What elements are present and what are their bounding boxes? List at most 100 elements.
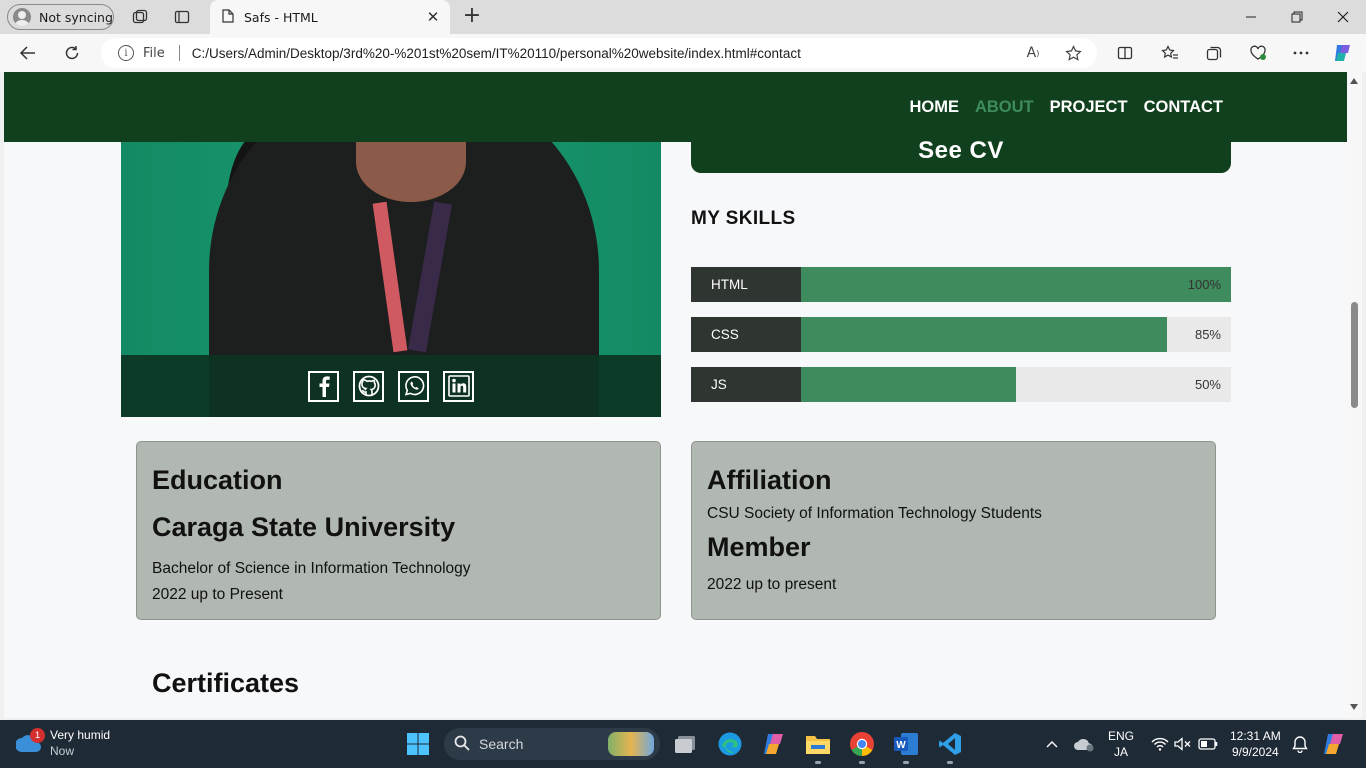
degree-text: Bachelor of Science in Information Techn…	[152, 560, 471, 577]
back-icon[interactable]	[15, 41, 41, 65]
profile-button[interactable]: Not syncing	[7, 4, 114, 30]
weather-widget[interactable]: 1 Very humid Now	[15, 727, 111, 759]
language-primary: ENG	[1108, 729, 1135, 743]
scroll-up-icon[interactable]	[1350, 78, 1358, 84]
favorite-star-icon[interactable]	[1064, 44, 1082, 62]
affiliation-card: Affiliation CSU Society of Information T…	[691, 441, 1216, 620]
weather-icon: 1	[15, 728, 45, 756]
collections-icon[interactable]	[1201, 41, 1227, 65]
affiliation-role: Member	[707, 532, 811, 562]
copilot-preview-icon[interactable]	[1317, 727, 1351, 761]
read-aloud-icon[interactable]: A)	[1024, 44, 1042, 62]
task-view-icon[interactable]	[669, 727, 703, 761]
skill-fill	[801, 367, 1016, 402]
whatsapp-icon[interactable]	[398, 370, 429, 402]
education-card: Education Caraga State University Bachel…	[136, 441, 661, 620]
skill-fill	[801, 317, 1167, 352]
edge-taskbar-icon[interactable]	[713, 727, 747, 761]
see-cv-button[interactable]: See CV	[691, 132, 1231, 173]
battery-icon[interactable]	[1191, 727, 1225, 761]
scroll-down-icon[interactable]	[1350, 704, 1358, 710]
svg-text:W: W	[896, 740, 906, 751]
affiliation-heading: Affiliation	[707, 465, 832, 495]
linkedin-icon[interactable]	[443, 370, 474, 402]
nav-home-link[interactable]: HOME	[909, 98, 959, 117]
search-highlight-icon	[608, 732, 654, 756]
new-tab-icon[interactable]: +	[460, 5, 484, 29]
copilot-icon[interactable]	[1330, 41, 1356, 65]
address-separator	[178, 45, 180, 61]
profile-avatar-icon	[13, 8, 31, 26]
windows-taskbar: 1 Very humid Now Search W ENG JA 12:31 A…	[0, 720, 1366, 768]
education-heading: Education	[152, 465, 283, 495]
minimize-icon[interactable]	[1228, 0, 1274, 34]
skill-percent: 85%	[1194, 327, 1221, 342]
split-screen-icon[interactable]	[1112, 41, 1138, 65]
nav-project-link[interactable]: PROJECT	[1050, 98, 1128, 117]
page-scrollbar[interactable]	[1347, 72, 1362, 718]
weather-subtitle: Now	[50, 744, 75, 758]
skill-bar-css: CSS 85%	[691, 317, 1231, 352]
school-name: Caraga State University	[152, 512, 456, 542]
certificates-heading: Certificates	[152, 668, 300, 698]
scrollbar-thumb[interactable]	[1351, 302, 1358, 408]
file-explorer-icon[interactable]	[801, 727, 835, 764]
word-icon[interactable]: W	[889, 727, 923, 764]
profile-label: Not syncing	[39, 9, 113, 25]
workspaces-icon[interactable]	[130, 7, 150, 27]
search-placeholder: Search	[479, 736, 524, 752]
notification-badge: 1	[30, 728, 45, 743]
start-icon[interactable]	[401, 727, 435, 761]
close-window-icon[interactable]	[1320, 0, 1366, 34]
github-icon[interactable]	[353, 370, 384, 402]
skill-label: JS	[691, 367, 801, 402]
onedrive-icon[interactable]	[1067, 727, 1101, 761]
clock-time: 12:31 AM	[1230, 729, 1281, 743]
restore-icon[interactable]	[1274, 0, 1320, 34]
facebook-icon[interactable]	[308, 370, 339, 402]
profile-photo	[121, 142, 661, 417]
skill-fill	[801, 267, 1231, 302]
active-tab[interactable]: Safs - HTML ✕	[210, 0, 450, 34]
social-links-bar	[121, 355, 661, 417]
copilot-taskbar-icon[interactable]	[757, 727, 791, 761]
clock-date: 9/9/2024	[1231, 745, 1279, 759]
site-nav-menu: HOME ABOUT PROJECT CONTACT	[909, 98, 1223, 117]
language-secondary: JA	[1114, 745, 1129, 759]
reload-icon[interactable]	[59, 41, 85, 65]
organization-name: CSU Society of Information Technology St…	[707, 505, 1042, 522]
taskbar-search[interactable]: Search	[444, 728, 660, 760]
chrome-icon[interactable]	[845, 727, 879, 764]
search-icon	[454, 735, 470, 754]
skill-percent: 50%	[1194, 377, 1221, 392]
site-info-icon[interactable]: i	[118, 45, 134, 61]
skill-bar-js: JS 50%	[691, 367, 1231, 402]
browser-tab-strip: Not syncing Safs - HTML ✕ +	[0, 0, 1366, 34]
skill-percent: 100%	[1187, 277, 1221, 292]
nav-about-link[interactable]: ABOUT	[975, 98, 1034, 117]
weather-title: Very humid	[50, 728, 111, 742]
input-language[interactable]: ENG JA	[1108, 720, 1134, 768]
nav-contact-link[interactable]: CONTACT	[1144, 98, 1223, 117]
tab-actions-icon[interactable]	[172, 7, 192, 27]
page-viewport: HOME ABOUT PROJECT CONTACT See CV MY SKI…	[4, 72, 1347, 718]
more-options-icon[interactable]	[1288, 41, 1314, 65]
page-icon	[222, 8, 234, 26]
skill-bar-html: HTML 100%	[691, 267, 1231, 302]
skill-label: CSS	[691, 317, 801, 352]
show-hidden-icons[interactable]	[1035, 727, 1069, 761]
notification-bell-icon[interactable]	[1283, 727, 1317, 761]
skill-label: HTML	[691, 267, 801, 302]
taskbar-clock[interactable]: 12:31 AM 9/9/2024	[1230, 720, 1281, 768]
tab-close-icon[interactable]: ✕	[424, 8, 442, 26]
browser-essentials-icon[interactable]	[1245, 41, 1271, 65]
affiliation-years: 2022 up to present	[707, 576, 837, 593]
vscode-icon[interactable]	[933, 727, 967, 764]
favorites-icon[interactable]	[1157, 41, 1183, 65]
url-text[interactable]: C:/Users/Admin/Desktop/3rd%20-%201st%20s…	[192, 46, 801, 61]
tab-title: Safs - HTML	[244, 9, 318, 25]
skills-heading: MY SKILLS	[691, 208, 796, 229]
browser-toolbar: i File C:/Users/Admin/Desktop/3rd%20-%20…	[0, 34, 1366, 72]
address-bar[interactable]: i File C:/Users/Admin/Desktop/3rd%20-%20…	[101, 38, 1097, 68]
education-years: 2022 up to Present	[152, 586, 283, 603]
